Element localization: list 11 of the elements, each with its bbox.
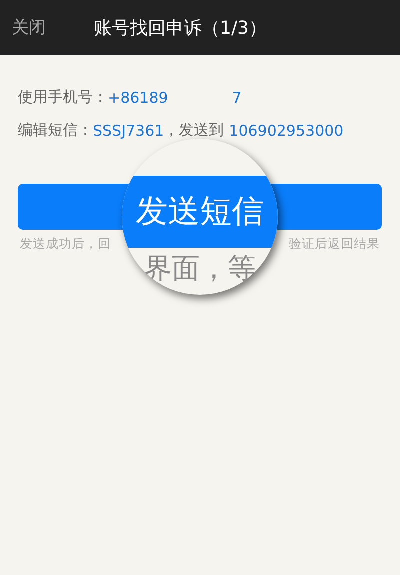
sms-code: SSSJ7361 xyxy=(93,122,164,140)
hint-text: 发送成功后，回 xyxy=(20,236,111,253)
phone-label: 使用手机号： xyxy=(18,88,108,107)
sms-send-to: ，发送到 xyxy=(164,121,224,140)
phone-suffix: 7 xyxy=(232,88,242,106)
page-title: 账号找回申诉（1/3） xyxy=(94,16,267,40)
hint-text: 验证后返回结果 xyxy=(289,236,380,253)
phone-prefix: +86189 xyxy=(108,88,168,106)
sms-label: 编辑短信： xyxy=(18,121,93,140)
magnified-text: 界面，等 xyxy=(143,251,257,287)
sms-number: 106902953000 xyxy=(229,122,344,140)
